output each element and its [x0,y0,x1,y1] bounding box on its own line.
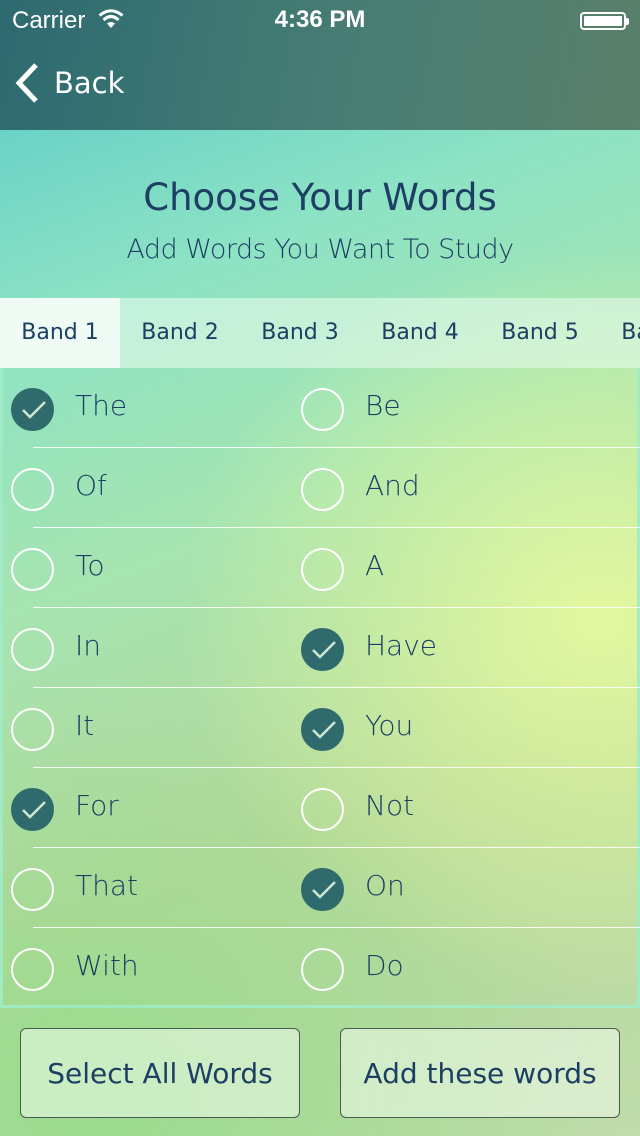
word-label: That [75,869,138,902]
back-button[interactable]: Back [14,62,124,104]
unchecked-circle-icon[interactable] [301,788,344,831]
word-label: Have [365,629,438,662]
page-title: Choose Your Words [143,176,497,219]
word-row: It You [3,688,640,768]
word-item[interactable]: You [290,688,580,768]
chevron-left-icon [15,63,38,103]
checked-circle-icon[interactable] [301,628,344,671]
word-item[interactable]: And [290,448,580,528]
checked-circle-icon[interactable] [11,388,54,431]
word-label: On [365,869,405,902]
word-label: With [75,949,139,982]
word-row: To A [3,528,640,608]
word-item[interactable]: With [0,928,290,1008]
word-label: Be [365,389,401,422]
check-icon [312,641,336,659]
back-label: Back [54,66,125,100]
unchecked-circle-icon[interactable] [301,548,344,591]
tab-band-6[interactable]: Band 6 [600,298,640,368]
word-item[interactable]: Do [290,928,580,1008]
unchecked-circle-icon[interactable] [301,468,344,511]
unchecked-circle-icon[interactable] [11,708,54,751]
word-label: To [75,549,105,582]
word-label: Of [75,469,107,502]
check-icon [22,801,46,819]
tab-band-1[interactable]: Band 1 [0,298,120,368]
unchecked-circle-icon[interactable] [301,948,344,991]
word-item[interactable]: It [0,688,290,768]
word-label: You [365,709,414,742]
check-icon [312,881,336,899]
word-item[interactable]: A [290,528,580,608]
page-subtitle: Add Words You Want To Study [126,234,514,265]
word-row: Of And [3,448,640,528]
checked-circle-icon[interactable] [301,708,344,751]
word-item[interactable]: The [0,368,290,448]
word-row: In Have [3,608,640,688]
word-item[interactable]: Have [290,608,580,688]
word-item[interactable]: For [0,768,290,848]
word-label: In [75,629,102,662]
checked-circle-icon[interactable] [11,788,54,831]
unchecked-circle-icon[interactable] [11,468,54,511]
word-label: And [365,469,420,502]
check-icon [22,401,46,419]
word-item[interactable]: Be [290,368,580,448]
word-item[interactable]: In [0,608,290,688]
unchecked-circle-icon[interactable] [301,388,344,431]
word-item[interactable]: Of [0,448,290,528]
word-list: The Be Of And To A In Have It You For Not That On With… [0,368,640,1008]
unchecked-circle-icon[interactable] [11,948,54,991]
word-label: For [75,789,119,822]
unchecked-circle-icon[interactable] [11,548,54,591]
tab-band-3[interactable]: Band 3 [240,298,360,368]
checked-circle-icon[interactable] [301,868,344,911]
select-all-words-button[interactable]: Select All Words [20,1028,300,1118]
word-row: The Be [3,368,640,448]
word-label: Not [365,789,415,822]
word-item[interactable]: Not [290,768,580,848]
word-item[interactable]: That [0,848,290,928]
check-icon [312,721,336,739]
word-label: Do [365,949,404,982]
clock: 4:36 PM [274,6,366,33]
word-row: With Do [3,928,640,1008]
word-row: For Not [3,768,640,848]
tab-band-5[interactable]: Band 5 [480,298,600,368]
word-label: The [75,389,128,422]
word-item[interactable]: On [290,848,580,928]
band-tabs: Band 1Band 2Band 3Band 4Band 5Band 6 [0,298,640,368]
word-label: A [365,549,385,582]
word-label: It [75,709,95,742]
unchecked-circle-icon[interactable] [11,628,54,671]
top-bar: Carrier 4:36 PM Back [0,0,640,130]
battery-icon [580,12,629,30]
word-row: That On [3,848,640,928]
word-item[interactable]: To [0,528,290,608]
tab-band-4[interactable]: Band 4 [360,298,480,368]
unchecked-circle-icon[interactable] [11,868,54,911]
tab-band-2[interactable]: Band 2 [120,298,240,368]
add-these-words-button[interactable]: Add these words [340,1028,620,1118]
